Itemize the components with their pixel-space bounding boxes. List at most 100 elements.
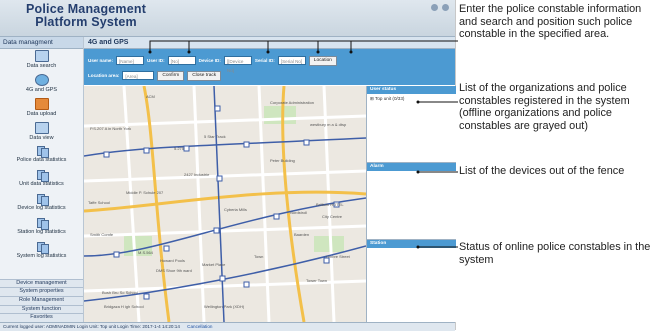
- sidebar-item-label: Data view: [29, 135, 54, 141]
- location-button[interactable]: Location: [308, 55, 337, 66]
- map-view[interactable]: ACM P.S.207 A in North York Corporate Ad…: [84, 86, 366, 322]
- callout-search: Enter the police constable information a…: [459, 3, 642, 41]
- search-row-2: Location area: [Area] Confirm Close trac…: [88, 70, 222, 81]
- sidebar-item-police-statistics[interactable]: Police data statistics: [0, 146, 83, 169]
- map-label: P.S.207 A in North York: [90, 126, 131, 131]
- sidebar-item-4g-gps[interactable]: 4G and GPS: [0, 74, 83, 97]
- statistics-icon: [36, 194, 49, 206]
- tree-item-top-unit[interactable]: Top unit (0/33): [375, 96, 404, 101]
- map-label: westbury m a & dtsp: [310, 122, 347, 127]
- right-panels: User status ⊞ Top unit (0/33) Alarm Stat…: [366, 86, 456, 322]
- callout-org-list: List of the organizations and police con…: [459, 82, 630, 132]
- map-label: Taffe School: [88, 200, 110, 205]
- statistics-icon: [36, 242, 49, 254]
- map-label: Smith Comfe: [90, 232, 114, 237]
- serial-id-input[interactable]: [Serial No]: [277, 56, 306, 65]
- sidebar-item-label: 4G and GPS: [25, 87, 58, 93]
- app-window: Police Management Platform System Data m…: [0, 0, 456, 331]
- confirm-button[interactable]: Confirm: [157, 70, 185, 81]
- map-label: Brillium HOTEL: [316, 202, 344, 207]
- map-label: Peter Building: [270, 158, 295, 163]
- map-label: 2427 Industrie: [184, 172, 210, 177]
- app-header: Police Management Platform System: [0, 0, 455, 37]
- user-id-label: User ID:: [147, 58, 165, 63]
- map-label: DMS Shoe 9th ward: [156, 268, 192, 273]
- user-name-label: User name:: [88, 58, 114, 63]
- sidebar-item-data-upload[interactable]: Data upload: [0, 98, 83, 121]
- menu-role-management[interactable]: Role Management: [0, 295, 83, 305]
- main-content: 4G and GPS User name: [Name] User ID: [N…: [84, 37, 456, 322]
- sidebar-item-system-log-statistics[interactable]: System log statistics: [0, 242, 83, 265]
- station-panel: Station: [367, 239, 456, 322]
- location-area-label: Location area:: [88, 73, 120, 78]
- data-view-icon: [34, 122, 49, 134]
- map-label: Baarden: [294, 232, 309, 237]
- location-area-input[interactable]: [Area]: [122, 71, 155, 80]
- menu-device-management[interactable]: Device management: [0, 278, 83, 288]
- map-label: Wellington Park (XDH): [204, 304, 245, 309]
- callout-annotations: Enter the police constable information a…: [459, 0, 652, 330]
- user-status-panel: User status ⊞ Top unit (0/33): [367, 86, 456, 162]
- map-label: City Centre: [322, 214, 343, 219]
- org-tree[interactable]: ⊞ Top unit (0/33): [367, 94, 456, 104]
- device-id-input[interactable]: [[Device No]: [223, 56, 252, 73]
- map-label: Middle P. Schule 207: [126, 190, 164, 195]
- map-label: ACM: [146, 94, 155, 99]
- device-id-label: Device ID:: [198, 58, 221, 63]
- menu-system-function[interactable]: System function: [0, 304, 83, 314]
- statistics-icon: [36, 170, 49, 182]
- sidebar-header[interactable]: Data managment: [0, 37, 83, 49]
- map-label: Corporate Administration: [270, 100, 314, 105]
- sidebar-item-station-log-statistics[interactable]: Station log statistics: [0, 218, 83, 241]
- map-label: Town: [254, 254, 263, 259]
- map-park: [264, 106, 296, 124]
- status-text: Current logged user: ADMINADMIN Login Un…: [3, 324, 180, 329]
- menu-system-properties[interactable]: System properties: [0, 287, 83, 296]
- upload-icon: [34, 98, 49, 110]
- search-bar: User name: [Name] User ID: [No] Device I…: [84, 49, 455, 85]
- user-id-input[interactable]: [No]: [167, 56, 196, 65]
- sidebar-menus: Device management System properties Role…: [0, 278, 83, 322]
- map-label: Bridgaza H igh School: [104, 304, 144, 309]
- statistics-icon: [36, 218, 49, 230]
- map-label: 5 Star Track: [204, 134, 226, 139]
- globe-icon: [34, 74, 49, 86]
- sidebar-item-unit-statistics[interactable]: Unit data statistics: [0, 170, 83, 193]
- sidebar-item-label: Data upload: [26, 111, 57, 117]
- logo-line-2: Platform System: [35, 15, 137, 29]
- settings-icon[interactable]: [442, 4, 449, 11]
- sidebar-item-data-search[interactable]: Data search: [0, 50, 83, 73]
- cancellation-link[interactable]: Cancellation: [187, 324, 212, 329]
- sidebar-item-data-view[interactable]: Data view: [0, 122, 83, 145]
- app-logo: Police Management Platform System: [26, 3, 146, 29]
- alarm-panel: Alarm: [367, 162, 456, 239]
- sidebar-item-label: Data search: [26, 63, 57, 69]
- search-row-1: User name: [Name] User ID: [No] Device I…: [88, 55, 337, 73]
- sidebar-item-device-log-statistics[interactable]: Device log statistics: [0, 194, 83, 217]
- map-label: Howard Pools: [160, 258, 185, 263]
- alarm-title: Alarm: [367, 163, 456, 171]
- map-label: Nordstroll: [290, 210, 307, 215]
- map-label: Tower Town: [306, 278, 327, 283]
- map-label: M.S.564: [138, 250, 154, 255]
- menu-favorites[interactable]: Favorites: [0, 313, 83, 322]
- serial-id-label: Serial ID:: [254, 58, 275, 63]
- map-label: Cyberia Mills: [224, 207, 247, 212]
- callout-station: Status of online police constables in th…: [459, 241, 651, 266]
- sidebar: Data managment Data search 4G and GPS Da…: [0, 37, 84, 322]
- data-search-icon: [34, 50, 49, 62]
- user-name-input[interactable]: [Name]: [116, 56, 145, 65]
- map-label: Bush Bru So School: [102, 290, 138, 295]
- user-status-title: User status: [367, 86, 456, 94]
- map-label: 5.275: [174, 146, 185, 151]
- map-label: Market Place: [202, 262, 226, 267]
- map-label: Umbre Street: [326, 254, 351, 259]
- help-icon[interactable]: [431, 4, 438, 11]
- statistics-icon: [36, 146, 49, 158]
- map-canvas[interactable]: ACM P.S.207 A in North York Corporate Ad…: [84, 86, 366, 322]
- station-title: Station: [367, 240, 456, 248]
- callout-alarm: List of the devices out of the fence: [459, 165, 625, 177]
- header-icons: [431, 4, 449, 11]
- page-title: 4G and GPS: [84, 37, 455, 49]
- close-track-button[interactable]: Close track: [187, 70, 222, 81]
